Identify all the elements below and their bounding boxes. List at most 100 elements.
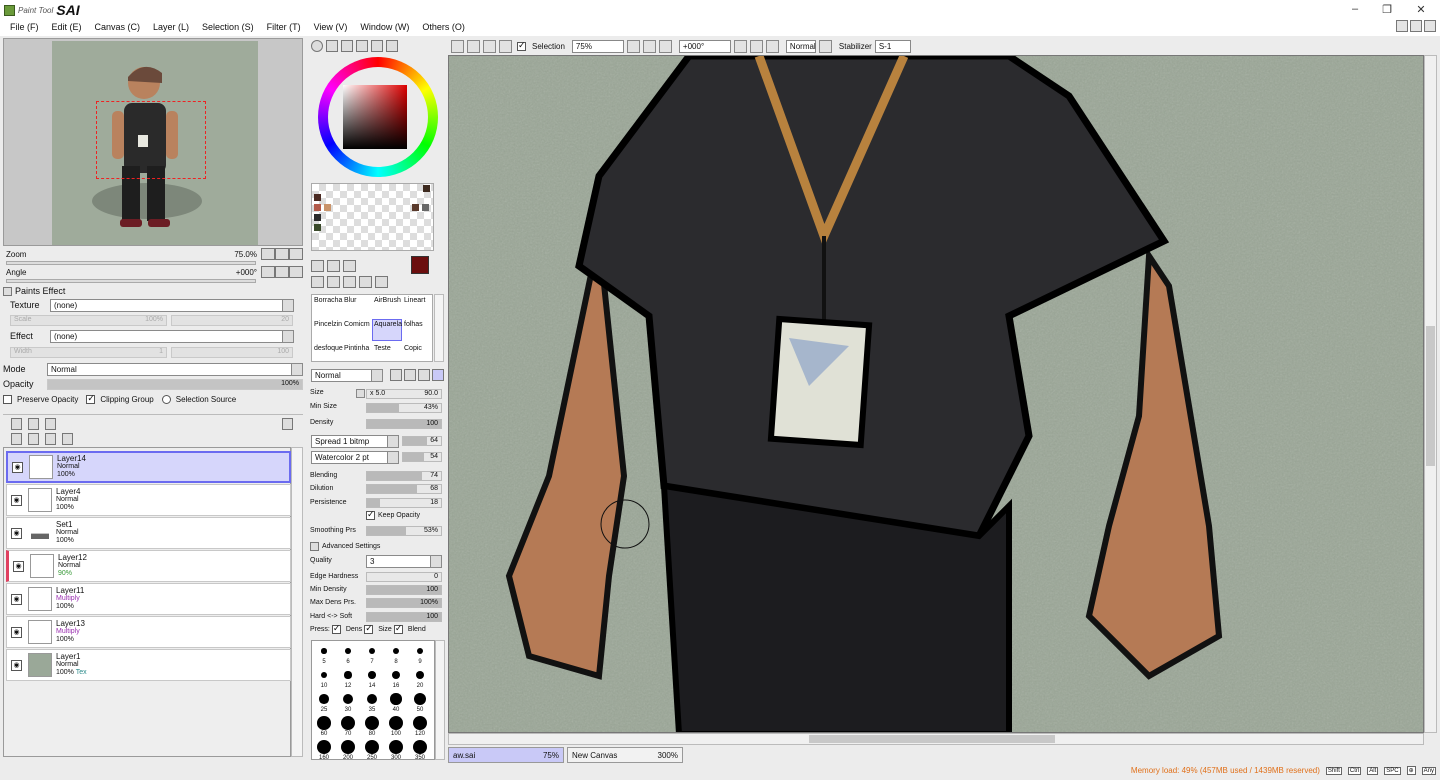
eye-icon[interactable]: ◉ (12, 461, 23, 473)
brush-size-dot[interactable] (319, 694, 329, 704)
clear-layer-icon[interactable] (45, 433, 56, 445)
brush-size-dot[interactable] (341, 716, 355, 730)
tool-borracha[interactable]: Borracha (314, 297, 342, 304)
rotate-right-button[interactable] (275, 266, 289, 278)
mdi-close-icon[interactable] (1424, 20, 1436, 32)
hand-icon[interactable] (359, 276, 372, 288)
brush-size-dot[interactable] (392, 647, 400, 655)
brush-size-scrollbar[interactable] (435, 640, 445, 760)
persistence-slider[interactable]: 18 (366, 498, 442, 508)
tool-blur[interactable]: Blur (344, 297, 356, 304)
layer-row[interactable]: ◉ ▬ Set1 Normal 100% (6, 517, 291, 549)
layer-row[interactable]: ◉ Layer1 Normal 100% Tex (6, 649, 291, 681)
shape-flat-icon[interactable] (418, 369, 430, 381)
zoom-out-icon[interactable] (626, 40, 640, 53)
eye-icon[interactable]: ◉ (11, 527, 22, 539)
flip-mode-box[interactable]: Normal (785, 40, 816, 53)
restore-icon[interactable]: ❐ (1370, 0, 1404, 18)
menu-canvas[interactable]: Canvas (C) (95, 22, 141, 32)
tool-folhas[interactable]: folhas (404, 321, 423, 328)
menu-selection[interactable]: Selection (S) (202, 22, 254, 32)
size-slider[interactable]: x 5.0 90.0 (366, 389, 442, 399)
layer-list[interactable]: ◉ Layer14 Normal 100% ◉ Layer4 Normal 100% ◉… (3, 447, 291, 757)
brush-size-dot[interactable] (320, 671, 328, 679)
brush-size-dot[interactable] (389, 716, 403, 730)
brush-size-dot[interactable] (368, 671, 376, 679)
blending-slider[interactable]: 74 (366, 471, 442, 481)
menu-others[interactable]: Others (O) (422, 22, 465, 32)
brush-size-dot[interactable] (413, 692, 427, 706)
effect-select[interactable]: (none) (50, 329, 294, 343)
tool-teste[interactable]: Teste (374, 345, 391, 352)
scratchpad-tab-icon[interactable] (386, 40, 398, 52)
angle-select[interactable]: +000° (678, 40, 731, 53)
menu-filter[interactable]: Filter (T) (267, 22, 301, 32)
trash-icon[interactable] (62, 433, 73, 445)
brush-size-dot[interactable] (413, 716, 427, 730)
shape-soft-icon[interactable] (404, 369, 416, 381)
brush-size-dot[interactable] (366, 693, 378, 705)
undo-icon[interactable] (451, 40, 464, 53)
eye-icon[interactable]: ◉ (11, 626, 22, 638)
preserve-opacity-checkbox[interactable] (3, 394, 12, 404)
press-blend-checkbox[interactable] (393, 623, 403, 634)
eye-icon[interactable]: ◉ (11, 593, 22, 605)
deselect-icon[interactable] (483, 40, 496, 53)
hsv-slider-tab-icon[interactable] (341, 40, 353, 52)
rotate-ccw-icon[interactable] (733, 40, 747, 53)
max-dens-slider[interactable]: 100% (366, 598, 442, 608)
size-mult-dropdown[interactable] (356, 389, 365, 398)
new-layer-icon[interactable] (11, 418, 22, 430)
eyedropper-icon[interactable] (375, 276, 388, 288)
tool-lineart[interactable]: Lineart (404, 297, 425, 304)
menu-view[interactable]: View (V) (314, 22, 348, 32)
rotate-reset-icon[interactable] (765, 40, 779, 53)
keep-opacity-checkbox[interactable] (366, 509, 375, 520)
close-icon[interactable]: ✕ (1404, 0, 1438, 18)
zoom-in-icon[interactable] (642, 40, 656, 53)
layer-mask-icon[interactable] (282, 418, 293, 430)
edge-hardness-slider[interactable]: 0 (366, 572, 442, 582)
opacity-slider[interactable]: 100% (47, 378, 303, 390)
brush-size-grid[interactable]: 5 6 7 8 9 10 12 14 16 20 25 30 35 40 50 60 70 80 100 120 160… (311, 640, 435, 761)
density-slider[interactable]: 100 (366, 419, 442, 429)
brush-size-dot[interactable] (416, 647, 424, 655)
swatch-tab-icon[interactable] (371, 40, 383, 52)
mdi-restore-icon[interactable] (1410, 20, 1422, 32)
tab-aw-sai[interactable]: aw.sai 75% (448, 747, 564, 763)
brush-size-dot[interactable] (389, 740, 403, 754)
new-linework-icon[interactable] (28, 418, 39, 430)
eye-icon[interactable]: ◉ (11, 494, 22, 506)
color-wheel-tab-icon[interactable] (311, 40, 323, 52)
layer-row[interactable]: ◉ Layer11 Multiply 100% (6, 583, 291, 615)
vertical-scrollbar[interactable] (1424, 55, 1437, 733)
menu-file[interactable]: File (F) (10, 22, 39, 32)
primary-color-swatch[interactable] (411, 256, 429, 274)
rotate-reset-button[interactable] (289, 266, 303, 278)
brush-size-dot[interactable] (317, 716, 331, 730)
brush-size-dot[interactable] (345, 648, 351, 654)
zoom-fit-icon[interactable] (658, 40, 672, 53)
new-folder-icon[interactable] (45, 418, 56, 430)
shape-square-icon[interactable] (432, 369, 444, 381)
collapse-icon[interactable] (3, 286, 12, 296)
menu-edit[interactable]: Edit (E) (52, 22, 82, 32)
rotate-left-button[interactable] (261, 266, 275, 278)
dilution-slider[interactable]: 68 (366, 484, 442, 494)
spread-slider[interactable]: 64 (402, 436, 442, 446)
menu-window[interactable]: Window (W) (360, 22, 409, 32)
brush-size-dot[interactable] (321, 648, 327, 654)
zoom-out-button[interactable] (261, 248, 275, 260)
rect-select-icon[interactable] (311, 260, 324, 272)
layer-scrollbar[interactable] (291, 447, 303, 757)
layer-row[interactable]: ◉ Layer14 Normal 100% (6, 451, 291, 483)
layer-row[interactable]: ◉ Layer12 Normal 90% (6, 550, 291, 582)
brush-size-dot[interactable] (365, 740, 379, 754)
brush-size-dot[interactable] (369, 648, 375, 654)
brush-size-dot[interactable] (365, 716, 379, 730)
tool-comicm[interactable]: Comicm (344, 321, 370, 328)
quality-select[interactable]: 3 (366, 555, 442, 568)
brush-size-dot[interactable] (344, 671, 352, 679)
zoom-in-button[interactable] (275, 248, 289, 260)
brush-size-dot[interactable] (342, 693, 354, 705)
